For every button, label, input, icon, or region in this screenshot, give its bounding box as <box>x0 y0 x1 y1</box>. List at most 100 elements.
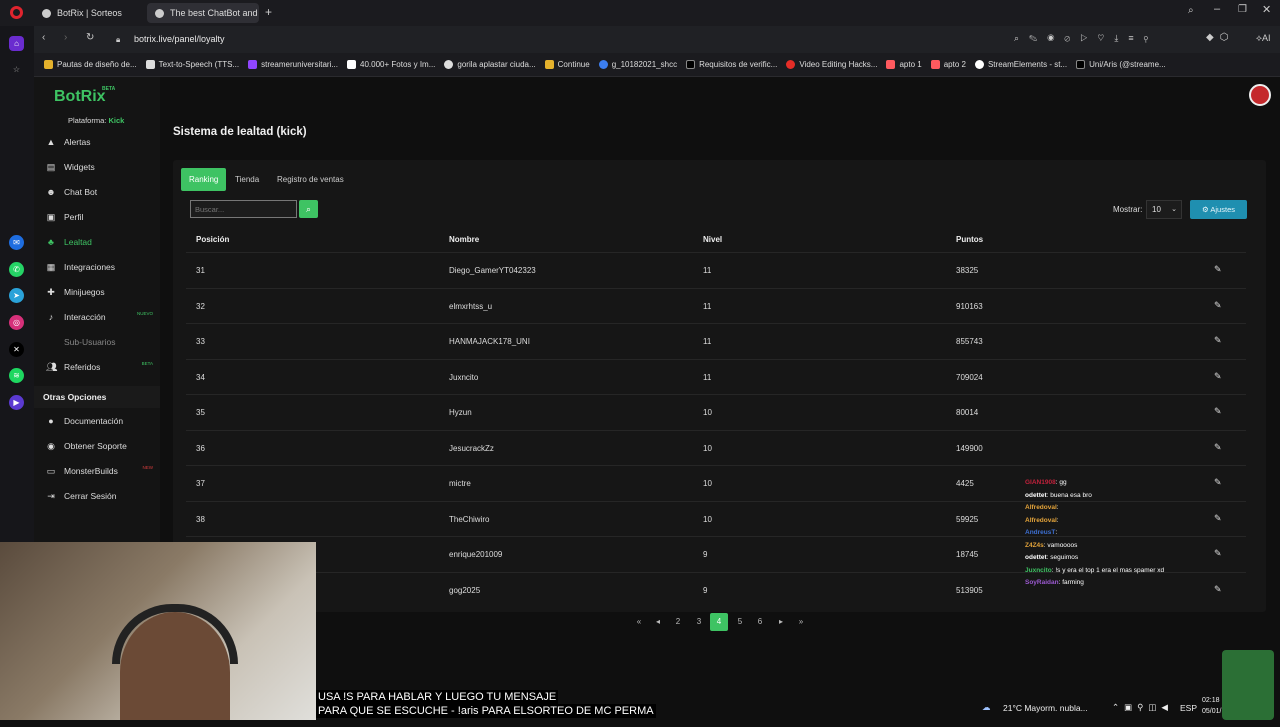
messenger-icon[interactable]: ✉ <box>9 235 24 250</box>
tab-ranking[interactable]: Ranking <box>181 168 227 191</box>
sidebar-item-documentacion[interactable]: ● Documentación <box>34 410 160 432</box>
sidebar-item-interaccion[interactable]: ♪ Interacción NUEVO <box>34 306 160 328</box>
edit-icon[interactable]: ✎ <box>1214 371 1222 382</box>
tray-icons[interactable]: ⌃▣⚲◫◀︎ <box>1112 702 1173 713</box>
url-field[interactable]: 🔒︎ botrix.live/panel/loyalty <box>116 30 996 49</box>
instagram-icon[interactable]: ◎ <box>9 315 24 330</box>
first-page-icon[interactable]: « <box>630 613 648 631</box>
last-page-icon[interactable]: » <box>792 613 810 631</box>
tab-tienda[interactable]: Tienda <box>227 168 267 191</box>
sidebar-item-perfil[interactable]: ▣ Perfil <box>34 206 160 228</box>
bookmark-item[interactable]: 40.000+ Fotos y Im... <box>347 60 435 69</box>
settings-button[interactable]: ⚙ Ajustes <box>1190 200 1247 219</box>
sidebar-item-lealtad[interactable]: ♣ Lealtad <box>34 231 160 253</box>
search-input[interactable] <box>190 200 297 218</box>
sidebar-item-chat-bot[interactable]: ☻ Chat Bot <box>34 181 160 203</box>
speed-dial-icon[interactable]: ☆ <box>9 62 24 77</box>
tab-sorteos[interactable]: BotRix | Sorteos <box>34 3 146 23</box>
next-page-icon[interactable]: ▸ <box>772 613 790 631</box>
weather-text[interactable]: 21°C Mayorm. nubla... <box>1003 703 1088 713</box>
bookmark-item[interactable]: streameruniversitari... <box>248 60 338 69</box>
prev-page-icon[interactable]: ◂ <box>649 613 667 631</box>
table-row: 31 Diego_GamerYT042323 11 38325 ✎ <box>186 252 1246 288</box>
botrix-favicon-icon <box>155 8 164 18</box>
browser-tab-bar: BotRix | Sorteos The best ChatBot and Wi… <box>0 0 1280 26</box>
chat-message: Z4Z4s: vamoooos <box>1025 540 1245 553</box>
bookmark-item[interactable]: Uni/Aris (@streame... <box>1076 60 1166 69</box>
x-twitter-icon[interactable]: ✕ <box>9 342 24 357</box>
back-icon[interactable]: ‹ <box>42 32 45 43</box>
bookmark-item[interactable]: g_10182021_shcc <box>598 60 677 69</box>
page-link-current[interactable]: 4 <box>710 613 728 631</box>
page-link[interactable]: 6 <box>751 613 769 631</box>
avatar[interactable] <box>1249 84 1271 106</box>
page-link[interactable]: 2 <box>669 613 687 631</box>
sidebar-item-obtener-soporte[interactable]: ◉ Obtener Soporte <box>34 435 160 457</box>
forward-icon[interactable]: › <box>64 32 67 43</box>
player-icon[interactable]: ▶ <box>9 395 24 410</box>
tab-registro-ventas[interactable]: Registro de ventas <box>269 168 352 191</box>
airbnb-icon <box>886 60 896 69</box>
chevron-down-icon: ⌄ <box>1171 206 1177 213</box>
chat-message: SoyRaidan: farming <box>1025 577 1245 590</box>
cell-name: mictre <box>449 479 471 488</box>
col-header-posicion[interactable]: Posición <box>196 235 229 244</box>
bookmark-item[interactable]: apto 1 <box>886 60 922 69</box>
sidebar-item-integraciones[interactable]: ▦ Integraciones <box>34 256 160 278</box>
sidebar-item-sub-usuarios[interactable]: Sub-Usuarios <box>34 331 160 353</box>
sidebar-item-alertas[interactable]: ▲ Alertas <box>34 131 160 153</box>
bookmark-item[interactable]: Requisitos de verific... <box>686 60 777 69</box>
opera-logo-icon[interactable] <box>10 6 23 19</box>
page-link[interactable]: 5 <box>731 613 749 631</box>
webcam-headphones <box>112 604 238 664</box>
maximize-icon[interactable]: ❐ <box>1238 4 1247 15</box>
table-row: 36 JesucrackZz 10 149900 ✎ <box>186 429 1246 466</box>
spotify-icon[interactable]: ≋ <box>9 368 24 383</box>
search-tabs-icon[interactable]: ⌕ <box>1188 5 1194 16</box>
whatsapp-icon[interactable]: ✆ <box>9 262 24 277</box>
toolbar-icons[interactable]: ⌕✎◉⊘▷♡⤓≡⚲ <box>1014 33 1158 44</box>
edit-icon[interactable]: ✎ <box>1214 335 1222 346</box>
sidebar-item-minijuegos[interactable]: ✚ Minijuegos <box>34 281 160 303</box>
bookmark-item[interactable]: Continue <box>544 60 590 69</box>
bookmark-item[interactable]: Video Editing Hacks... <box>786 60 877 69</box>
botrix-logo[interactable]: BotRix BETA <box>54 86 115 106</box>
cell-position: 37 <box>196 479 205 488</box>
close-window-icon[interactable]: ✕ <box>1262 3 1271 16</box>
sidebar-item-monsterbuilds[interactable]: ▭ MonsterBuilds NEW <box>34 460 160 482</box>
page-link[interactable]: 3 <box>690 613 708 631</box>
bookmarks-bar: Pautas de diseño de... Text-to-Speech (T… <box>34 53 1280 77</box>
bookmark-item[interactable]: StreamElements - st... <box>974 60 1067 69</box>
home-icon[interactable]: ⌂ <box>9 36 24 51</box>
cell-points: 80014 <box>956 408 979 417</box>
reload-icon[interactable]: ↻ <box>86 32 94 43</box>
sidebar-item-cerrar-sesion[interactable]: ⇥ Cerrar Sesión <box>34 485 160 507</box>
bookmark-item[interactable]: Pautas de diseño de... <box>44 60 137 69</box>
col-header-puntos[interactable]: Puntos <box>956 235 983 244</box>
edit-icon[interactable]: ✎ <box>1214 406 1222 417</box>
show-select[interactable]: 10 ⌄ <box>1146 200 1182 219</box>
bookmark-item[interactable]: Text-to-Speech (TTS... <box>145 60 239 69</box>
col-header-nivel[interactable]: Nivel <box>703 235 722 244</box>
sidebar-item-widgets[interactable]: ▤ Widgets <box>34 156 160 178</box>
clock-date[interactable]: 05/01/ <box>1202 708 1221 715</box>
chat-text: : <box>1056 504 1059 511</box>
edit-icon[interactable]: ✎ <box>1214 442 1222 453</box>
profile-icon: ▣ <box>46 211 56 222</box>
tab-botrix-active[interactable]: The best ChatBot and Wi... <box>147 3 259 23</box>
clock-time[interactable]: 02:18 <box>1202 697 1220 704</box>
search-button[interactable]: ⌕ <box>299 200 318 218</box>
ai-icon[interactable]: ⟡AI <box>1256 33 1270 44</box>
edit-icon[interactable]: ✎ <box>1214 264 1222 275</box>
edit-icon[interactable]: ✎ <box>1214 300 1222 311</box>
new-tab-icon[interactable]: + <box>265 5 272 19</box>
minimize-icon[interactable]: – <box>1214 3 1220 15</box>
bookmark-item[interactable]: apto 2 <box>930 60 966 69</box>
language-indicator[interactable]: ESP <box>1180 703 1197 713</box>
extensions-icon[interactable]: ◆⬡ <box>1206 32 1234 43</box>
col-header-nombre[interactable]: Nombre <box>449 235 479 244</box>
sidebar-item-referidos[interactable]: 👥︎ Referidos BETA <box>34 356 160 378</box>
bookmark-item[interactable]: gorila aplastar ciuda... <box>444 60 536 69</box>
telegram-icon[interactable]: ➤ <box>9 288 24 303</box>
table-row: 35 Hyzun 10 80014 ✎ <box>186 394 1246 430</box>
